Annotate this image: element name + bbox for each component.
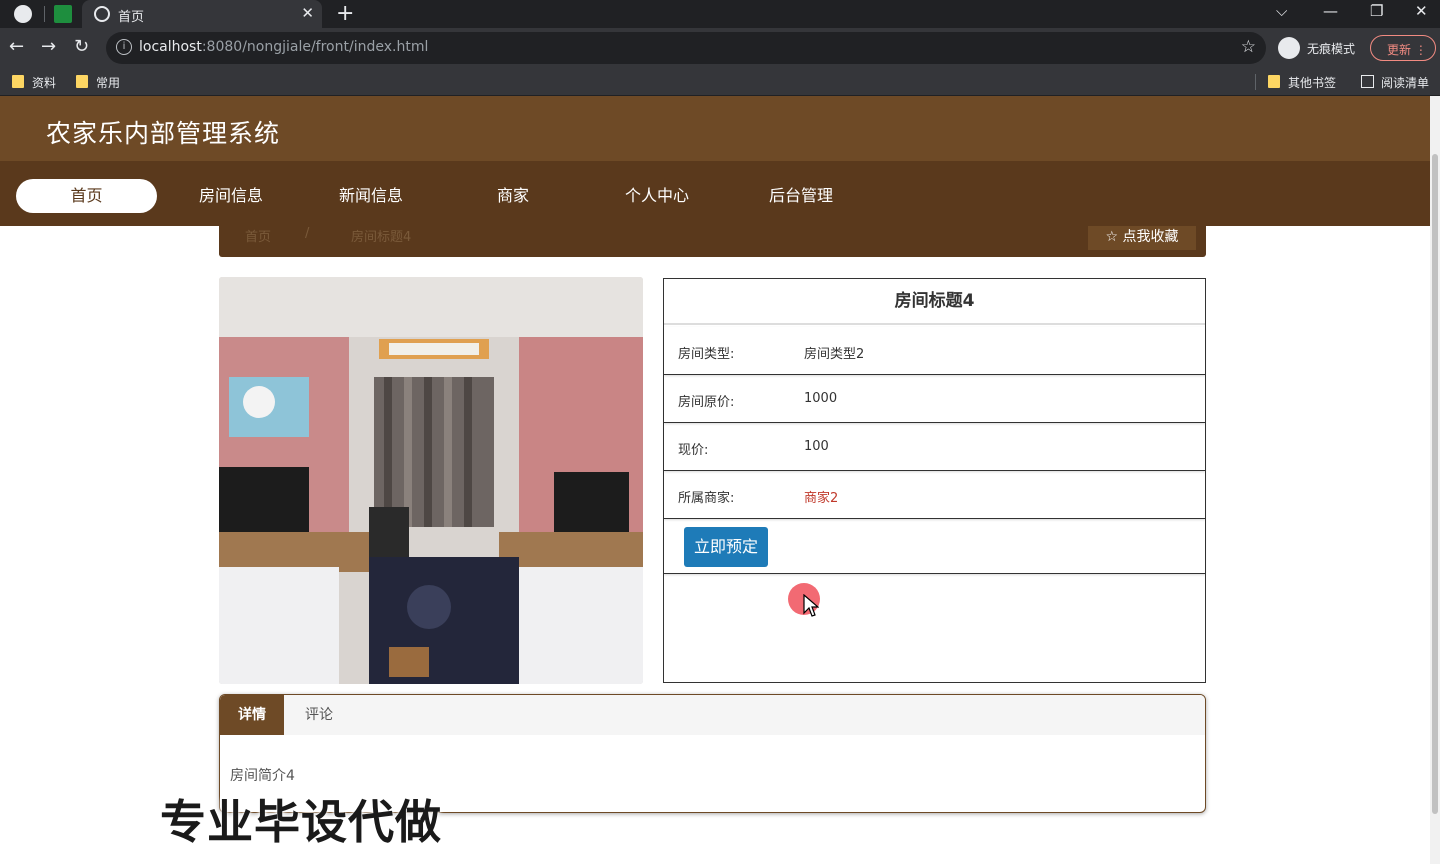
url-input[interactable]: i localhost:8080/nongjiale/front/index.h… xyxy=(106,32,1266,64)
original-price-row: 房间原价: 1000 xyxy=(664,375,1205,423)
room-type-label: 房间类型: xyxy=(678,347,735,362)
original-price-value: 1000 xyxy=(804,391,838,406)
folder-icon xyxy=(12,75,24,88)
nav-admin[interactable]: 后台管理 xyxy=(750,179,852,213)
nav-rooms[interactable]: 房间信息 xyxy=(180,179,282,213)
minimize-button[interactable]: — xyxy=(1323,2,1338,20)
folder-icon xyxy=(1268,75,1280,88)
browser-app-icon[interactable] xyxy=(14,5,32,23)
nav-news[interactable]: 新闻信息 xyxy=(320,179,422,213)
browser-address-bar: ← → ↻ i localhost:8080/nongjiale/front/i… xyxy=(0,28,1440,68)
nav-home[interactable]: 首页 xyxy=(16,179,157,213)
bookmark-separator xyxy=(1255,74,1256,90)
tab-details[interactable]: 详情 xyxy=(220,695,284,735)
bookmark-other[interactable]: 其他书签 xyxy=(1268,74,1336,91)
original-price-label: 房间原价: xyxy=(678,395,735,410)
reading-list-icon xyxy=(1361,75,1374,88)
breadcrumb: 首页 / 房间标题4 ☆ 点我收藏 xyxy=(219,226,1206,257)
current-price-label: 现价: xyxy=(678,443,709,458)
breadcrumb-current: 房间标题4 xyxy=(351,230,412,245)
tabs-header: 详情 评论 xyxy=(220,695,1205,735)
bookmark-folder-changyong[interactable]: 常用 xyxy=(76,74,120,91)
page-scrollbar[interactable] xyxy=(1430,96,1440,864)
reading-list[interactable]: 阅读清单 xyxy=(1361,74,1429,91)
merchant-label: 所属商家: xyxy=(678,491,735,506)
browser-tab-bar: 首页 ✕ + ⌵ — ❐ ✕ xyxy=(0,0,1440,28)
incognito-icon[interactable] xyxy=(1278,37,1300,59)
info-icon[interactable]: i xyxy=(116,39,132,55)
scrollbar-thumb[interactable] xyxy=(1432,154,1438,814)
nav-merchants[interactable]: 商家 xyxy=(462,179,564,213)
browser-tab-active[interactable]: 首页 ✕ xyxy=(82,0,322,28)
watermark-text: 专业毕设代做 xyxy=(160,795,442,849)
room-title: 房间标题4 xyxy=(664,279,1205,325)
book-now-button[interactable]: 立即预定 xyxy=(684,527,768,567)
close-tab-icon[interactable]: ✕ xyxy=(301,4,314,22)
folder-icon xyxy=(76,75,88,88)
bookmark-star-icon[interactable]: ☆ xyxy=(1241,37,1256,57)
site-title: 农家乐内部管理系统 xyxy=(46,119,281,148)
bookmarks-bar: 资料 常用 其他书签 阅读清单 xyxy=(0,68,1440,96)
forward-icon[interactable]: → xyxy=(41,36,56,57)
current-price-row: 现价: 100 xyxy=(664,423,1205,471)
incognito-label[interactable]: 无痕模式 xyxy=(1307,40,1355,57)
page-viewport: 农家乐内部管理系统 首页 房间信息 新闻信息 商家 个人中心 后台管理 首页 /… xyxy=(0,96,1430,864)
merchant-row: 所属商家: 商家2 xyxy=(664,471,1205,519)
bookmark-folder-ziliao[interactable]: 资料 xyxy=(12,74,56,91)
tab-comments[interactable]: 评论 xyxy=(290,695,348,735)
tab-title: 首页 xyxy=(118,10,145,25)
main-nav: 首页 房间信息 新闻信息 商家 个人中心 后台管理 xyxy=(0,161,1430,226)
favorite-button[interactable]: ☆ 点我收藏 xyxy=(1088,226,1196,250)
update-button[interactable]: 更新 ⋮ xyxy=(1370,35,1436,61)
booking-row: 立即预定 xyxy=(664,519,1205,574)
room-photo-illustration xyxy=(219,277,643,684)
current-price-value: 100 xyxy=(804,439,829,454)
restore-button[interactable]: ❐ xyxy=(1370,2,1383,20)
merchant-link[interactable]: 商家2 xyxy=(804,487,838,506)
room-description: 房间简介4 xyxy=(230,768,295,784)
new-tab-button[interactable]: + xyxy=(336,1,354,26)
close-window-button[interactable]: ✕ xyxy=(1415,2,1428,20)
nav-profile[interactable]: 个人中心 xyxy=(606,179,708,213)
site-header: 农家乐内部管理系统 xyxy=(0,96,1430,161)
url-text[interactable]: localhost:8080/nongjiale/front/index.htm… xyxy=(139,39,428,55)
back-icon[interactable]: ← xyxy=(9,36,24,57)
room-info-panel: 房间标题4 房间类型: 房间类型2 房间原价: 1000 现价: 100 所属商… xyxy=(663,278,1206,683)
tab-search-icon[interactable]: ⌵ xyxy=(1276,2,1287,20)
room-type-row: 房间类型: 房间类型2 xyxy=(664,327,1205,375)
breadcrumb-separator: / xyxy=(305,226,310,241)
cursor-arrow-icon xyxy=(803,594,819,617)
sheets-app-icon[interactable] xyxy=(54,5,72,23)
room-photo xyxy=(219,277,643,684)
tab-separator xyxy=(44,6,45,22)
room-type-value: 房间类型2 xyxy=(804,347,865,362)
breadcrumb-home[interactable]: 首页 xyxy=(245,226,271,245)
globe-icon xyxy=(94,6,110,22)
reload-icon[interactable]: ↻ xyxy=(74,36,89,57)
